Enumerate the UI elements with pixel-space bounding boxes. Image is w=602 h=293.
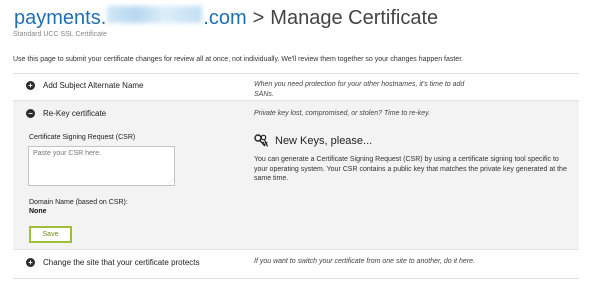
save-button[interactable]: Save [29, 226, 72, 243]
section-add-san: + Add Subject Alternate Name When you ne… [13, 73, 579, 101]
domain-suffix: .com [203, 7, 247, 29]
domain-prefix: payments. [14, 7, 107, 29]
page-subtitle: Standard UCC SSL Certificate [13, 31, 107, 38]
add-san-description: When you need protection for your other … [254, 81, 465, 98]
minus-circle-icon: − [26, 109, 35, 118]
plus-circle-icon: + [26, 81, 35, 90]
key-icon [254, 134, 269, 147]
csr-label: Certificate Signing Request (CSR) [29, 134, 136, 141]
domain-redacted [107, 6, 203, 23]
new-keys-panel: New Keys, please... You can generate a C… [254, 134, 569, 184]
domain-name-value: None [29, 208, 47, 215]
rekey-toggle[interactable]: − Re-Key certificate [26, 109, 106, 118]
section-rekey: − Re-Key certificate Private key lost, c… [13, 101, 579, 250]
new-keys-heading: New Keys, please... [254, 134, 569, 148]
title-separator: > [252, 7, 265, 29]
rekey-description: Private key lost, compromised, or stolen… [254, 110, 431, 117]
section-change-site: + Change the site that your certificate … [13, 251, 579, 279]
add-san-label: Add Subject Alternate Name [43, 81, 144, 90]
rekey-label: Re-Key certificate [43, 109, 107, 118]
page-title: Manage Certificate [270, 7, 439, 29]
add-san-toggle[interactable]: + Add Subject Alternate Name [26, 81, 144, 90]
csr-textarea[interactable] [28, 146, 175, 186]
domain-name-label: Domain Name (based on CSR): [29, 199, 128, 206]
change-site-toggle[interactable]: + Change the site that your certificate … [26, 258, 200, 267]
resize-grip-icon[interactable]: ⋰ [168, 179, 174, 185]
plus-circle-icon: + [26, 258, 35, 267]
change-site-description: If you want to switch your certificate f… [254, 258, 475, 265]
change-site-label: Change the site that your certificate pr… [43, 258, 200, 267]
page-header: payments. .com > Manage Certificate [14, 6, 439, 30]
new-keys-title: New Keys, please... [275, 135, 373, 147]
new-keys-description: You can generate a Certificate Signing R… [254, 156, 567, 182]
intro-text: Use this page to submit your certificate… [13, 56, 464, 63]
